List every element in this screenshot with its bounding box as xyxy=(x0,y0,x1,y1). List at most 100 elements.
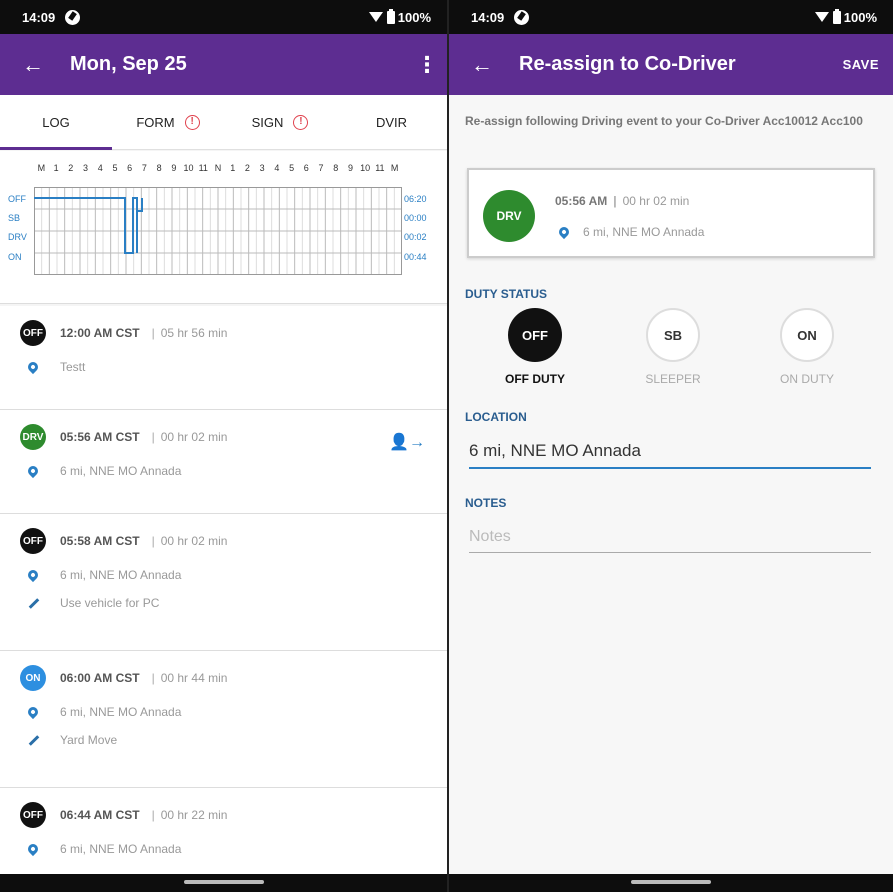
status-badge: DRV xyxy=(20,424,46,450)
graph-hour-label: 10 xyxy=(360,163,371,173)
graph-hour-label: 3 xyxy=(83,163,89,173)
status-time: 14:09 xyxy=(22,9,56,25)
tab-form-label: FORM xyxy=(136,114,175,130)
event-location: 6 mi, NNE MO Annada xyxy=(60,464,182,478)
battery-level: 100% xyxy=(397,9,431,25)
event-location: 6 mi, NNE MO Annada xyxy=(60,705,182,719)
app-bar: ← Re-assign to Co-Driver SAVE xyxy=(449,34,893,95)
graph-hour-label: 2 xyxy=(68,163,74,173)
graph-hour-label: 1 xyxy=(230,163,236,173)
graph-row-label-on: ON xyxy=(8,252,22,262)
wifi-icon xyxy=(368,12,383,22)
event-time: 06:44 AM CST xyxy=(60,808,140,822)
location-pin-icon xyxy=(25,841,41,857)
duty-circle: SB xyxy=(646,308,700,362)
location-pin-icon xyxy=(25,704,41,720)
app-bar: ← Mon, Sep 25 ⋮ xyxy=(0,34,447,95)
graph-hour-label: 8 xyxy=(156,163,162,173)
notes-input[interactable]: Notes xyxy=(469,528,871,553)
graph-hour-label: 3 xyxy=(259,163,265,173)
graph-row-label-sb: SB xyxy=(8,213,21,223)
back-arrow-icon[interactable]: ← xyxy=(449,52,519,78)
tab-sign-label: SIGN xyxy=(251,114,284,130)
duty-circle: OFF xyxy=(508,308,562,362)
status-time: 14:09 xyxy=(471,9,505,25)
wifi-icon xyxy=(814,12,829,22)
location-input[interactable]: 6 mi, NNE MO Annada xyxy=(469,441,871,469)
pencil-icon xyxy=(28,597,40,609)
tab-log-label: LOG xyxy=(42,114,70,130)
notes-heading: NOTES xyxy=(465,496,507,510)
event-duration: 00 hr 22 min xyxy=(160,808,228,822)
event-location: 6 mi, NNE MO Annada xyxy=(60,568,182,582)
tab-log[interactable]: LOG xyxy=(0,95,112,149)
graph-hour-label: 7 xyxy=(141,163,147,173)
graph-hour-label: 6 xyxy=(303,163,309,173)
home-handle[interactable] xyxy=(183,880,264,884)
graph-hour-label: M xyxy=(37,163,46,173)
graph-hour-label: 4 xyxy=(97,163,103,173)
home-handle[interactable] xyxy=(631,880,711,884)
graph-hour-label: 11 xyxy=(198,163,208,173)
event-location: 6 mi, NNE MO Annada xyxy=(583,225,705,239)
graph-grid xyxy=(34,187,402,275)
more-options-icon[interactable]: ⋮ xyxy=(407,52,447,78)
graph-hour-label: 8 xyxy=(333,163,339,173)
graph-hour-label: 2 xyxy=(244,163,250,173)
event-time: 05:58 AM CST xyxy=(60,534,140,548)
pencil-icon xyxy=(28,734,40,746)
page-title: Re-assign to Co-Driver xyxy=(519,53,736,75)
log-tabs: LOG FORM! SIGN! DVIR xyxy=(0,95,447,150)
event-time: 06:00 AM CST xyxy=(60,671,140,685)
daily-log-screen: 14:09 100% ← Mon, Sep 25 ⋮ LOG FORM! SIG… xyxy=(0,0,447,892)
graph-hour-label: M xyxy=(390,163,399,173)
warning-icon: ! xyxy=(184,114,200,130)
page-title: Mon, Sep 25 xyxy=(70,53,187,75)
tab-dvir-label: DVIR xyxy=(375,114,408,130)
graph-total-off: 06:20 xyxy=(404,194,427,204)
reassign-driver-icon[interactable]: 👤→ xyxy=(389,432,425,452)
event-time: 05:56 AM xyxy=(555,194,608,208)
graph-total-sb: 00:00 xyxy=(404,213,427,223)
duty-option-on[interactable]: ON ON DUTY xyxy=(747,308,867,386)
graph-hour-label: 5 xyxy=(112,163,118,173)
status-badge: DRV xyxy=(483,190,535,242)
graph-hour-label: 6 xyxy=(127,163,133,173)
graph-hour-label: 5 xyxy=(289,163,295,173)
status-bar: 14:09 100% xyxy=(449,0,893,34)
graph-hour-label: 9 xyxy=(347,163,353,173)
warning-icon: ! xyxy=(293,114,309,130)
graph-total-on: 00:44 xyxy=(404,252,427,262)
nav-bar xyxy=(449,874,893,892)
reassign-intro: Re-assign following Driving event to you… xyxy=(465,114,863,128)
event-card: DRV 05:56 AM | 00 hr 02 min 6 mi, NNE MO A… xyxy=(467,168,875,258)
nav-bar xyxy=(0,874,447,892)
event-row[interactable]: OFF 12:00 AM CST | 05 hr 56 min Testt xyxy=(0,306,447,410)
status-badge: OFF xyxy=(20,802,46,828)
status-bar: 14:09 100% xyxy=(0,0,447,34)
duty-status-graph: M 1 2 3 4 5 6 7 8 9 10 11 N 1 2 3 4 5 6 7 8 9 10 11 M OFF SB DRV… xyxy=(0,151,447,304)
event-note: Use vehicle for PC xyxy=(60,596,160,610)
tab-dvir[interactable]: DVIR xyxy=(336,95,447,149)
back-arrow-icon[interactable]: ← xyxy=(0,52,70,78)
duty-option-off[interactable]: OFF OFF DUTY xyxy=(475,308,595,386)
event-row[interactable]: OFF 05:58 AM CST | 00 hr 02 min 6 mi, NNE M… xyxy=(0,514,447,651)
event-row[interactable]: ON 06:00 AM CST | 00 hr 44 min 6 mi, NNE MO… xyxy=(0,651,447,788)
save-button[interactable]: SAVE xyxy=(843,57,893,72)
event-duration: 00 hr 44 min xyxy=(160,671,228,685)
graph-hour-label: 1 xyxy=(53,163,59,173)
event-row[interactable]: DRV 05:56 AM CST | 00 hr 02 min 6 mi, NNE M… xyxy=(0,410,447,514)
graph-hour-label: 10 xyxy=(183,163,194,173)
event-note: Yard Move xyxy=(60,733,118,747)
tab-form[interactable]: FORM! xyxy=(112,95,224,149)
event-duration: 00 hr 02 min xyxy=(622,194,690,208)
location-pin-icon xyxy=(25,463,41,479)
tab-sign[interactable]: SIGN! xyxy=(224,95,336,149)
duty-label: SLEEPER xyxy=(645,372,701,386)
duty-status-heading: DUTY STATUS xyxy=(465,287,548,301)
event-location: Testt xyxy=(60,360,86,374)
duty-option-sb[interactable]: SB SLEEPER xyxy=(613,308,733,386)
status-badge: OFF xyxy=(20,528,46,554)
graph-hour-label: 7 xyxy=(318,163,324,173)
graph-hour-labels: M 1 2 3 4 5 6 7 8 9 10 11 N 1 2 3 4 5 6 7 8 9 10 11 M xyxy=(34,163,402,173)
